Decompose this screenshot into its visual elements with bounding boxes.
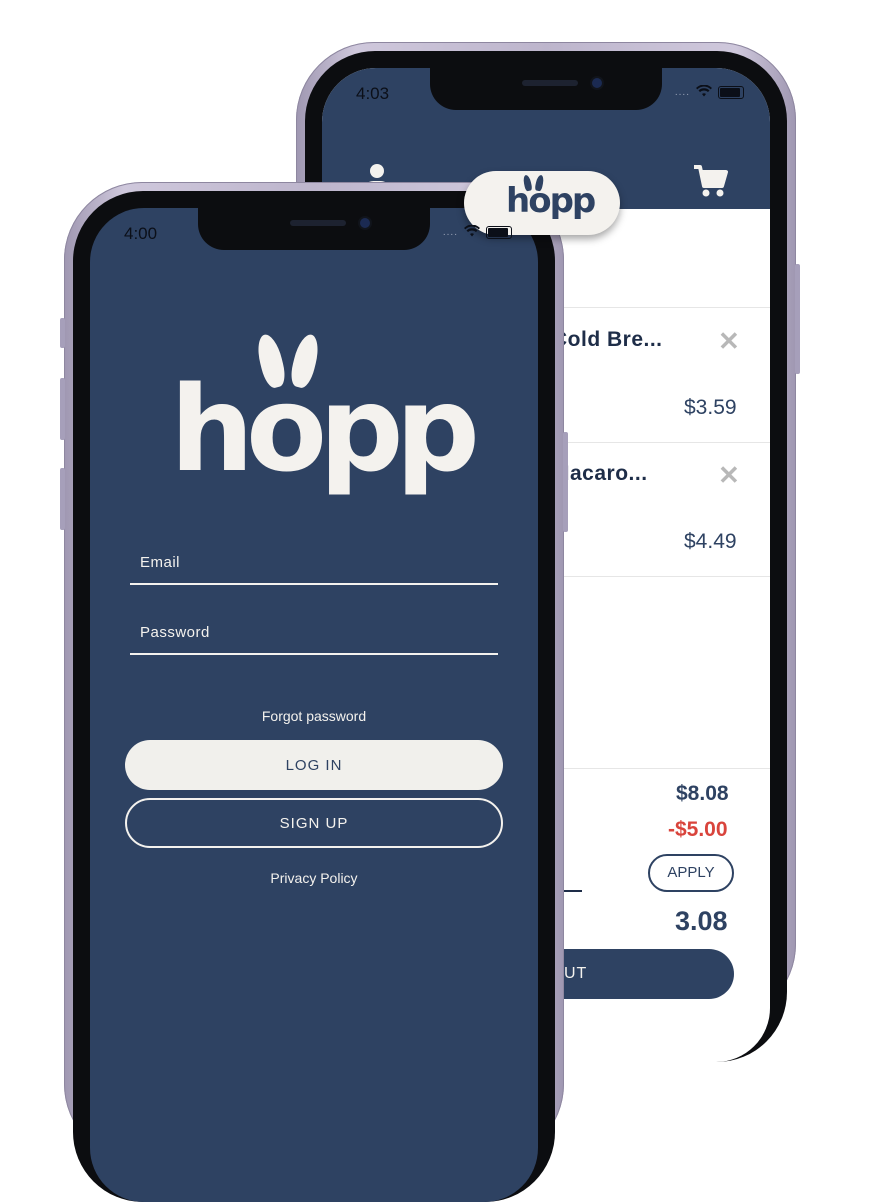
email-input[interactable]: [130, 543, 498, 581]
cart-item-price: $4.49: [684, 530, 737, 553]
cart-item-price: $3.59: [684, 396, 737, 419]
email-field[interactable]: [130, 543, 498, 585]
notch: [198, 208, 430, 250]
front-camera: [592, 78, 602, 88]
login-button[interactable]: LOG IN: [125, 740, 503, 790]
remove-item-icon[interactable]: ✕: [718, 460, 740, 491]
status-time: 4:00: [124, 224, 158, 243]
side-button: [795, 264, 800, 374]
status-time: 4:03: [356, 84, 390, 103]
battery-icon: [718, 86, 744, 99]
hopp-logo-text: hopp: [506, 181, 596, 221]
login-screen: 4:00 .... hopp Forgot password LOG IN SI…: [90, 208, 538, 1202]
status-icons: ....: [675, 84, 744, 101]
apply-promo-button[interactable]: APPLY: [648, 854, 734, 892]
notch: [430, 68, 662, 110]
subtotal-value: $8.08: [676, 782, 729, 805]
side-button: [60, 468, 65, 530]
checkout-label: UT: [564, 965, 588, 982]
cart-icon[interactable]: [692, 164, 728, 200]
password-input[interactable]: [130, 613, 498, 651]
side-button: [563, 432, 568, 532]
front-camera: [360, 218, 370, 228]
password-field[interactable]: [130, 613, 498, 655]
hopp-logo-text: hopp: [170, 360, 480, 498]
side-button: [60, 378, 65, 440]
remove-item-icon[interactable]: ✕: [718, 326, 740, 357]
status-icons: ....: [443, 224, 512, 241]
forgot-password-link[interactable]: Forgot password: [90, 708, 538, 724]
signup-button[interactable]: SIGN UP: [125, 798, 503, 848]
side-button: [60, 318, 65, 348]
battery-icon: [486, 226, 512, 239]
cart-item-name: Cold Bre...: [552, 328, 663, 351]
discount-value: -$5.00: [668, 818, 728, 841]
total-value: 3.08: [675, 906, 728, 936]
speaker: [290, 220, 346, 226]
signal-dots: ....: [442, 227, 458, 238]
login-phone: 4:00 .... hopp Forgot password LOG IN SI…: [60, 182, 568, 1202]
signal-dots: ....: [674, 87, 690, 98]
wifi-icon: [464, 224, 480, 241]
speaker: [522, 80, 578, 86]
privacy-policy-link[interactable]: Privacy Policy: [90, 870, 538, 886]
hopp-logo: hopp: [170, 332, 480, 504]
wifi-icon: [696, 84, 712, 101]
